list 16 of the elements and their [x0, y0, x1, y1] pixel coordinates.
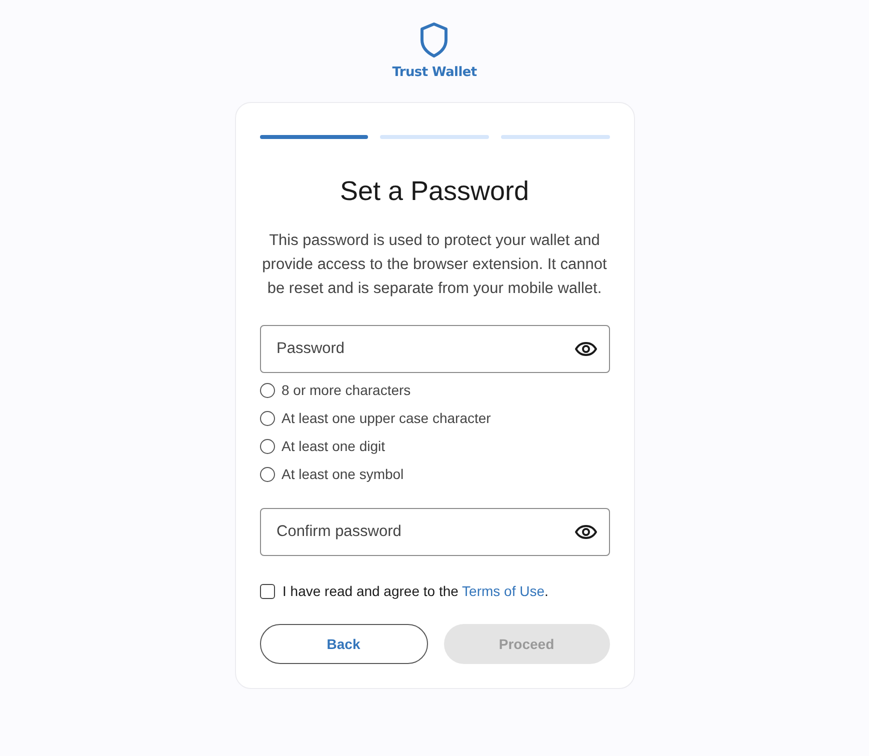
agreement-checkbox[interactable] [260, 584, 274, 598]
requirement-text: At least one symbol [282, 466, 404, 482]
eye-icon[interactable] [574, 342, 596, 356]
brand-name: Trust Wallet [392, 65, 477, 80]
terms-link[interactable]: Terms of Use [462, 583, 545, 599]
requirement-text: At least one digit [282, 438, 386, 454]
eye-icon[interactable] [574, 525, 596, 539]
page-title: Set a Password [338, 175, 530, 207]
requirement-text: 8 or more characters [282, 382, 411, 398]
requirement-text: At least one upper case character [282, 410, 491, 426]
password-field[interactable]: Password [260, 325, 610, 373]
agreement-text: I have read and agree to the Terms of Use. [282, 583, 548, 599]
back-button[interactable]: Back [260, 624, 428, 664]
shield-logo-icon [419, 22, 450, 58]
description-text: This password is used to protect your wallet and provide access to the browser extension. It cannot be reset and is separate from your mobile wallet. [261, 231, 608, 299]
confirm-password-field[interactable]: Confirm password [260, 508, 610, 556]
